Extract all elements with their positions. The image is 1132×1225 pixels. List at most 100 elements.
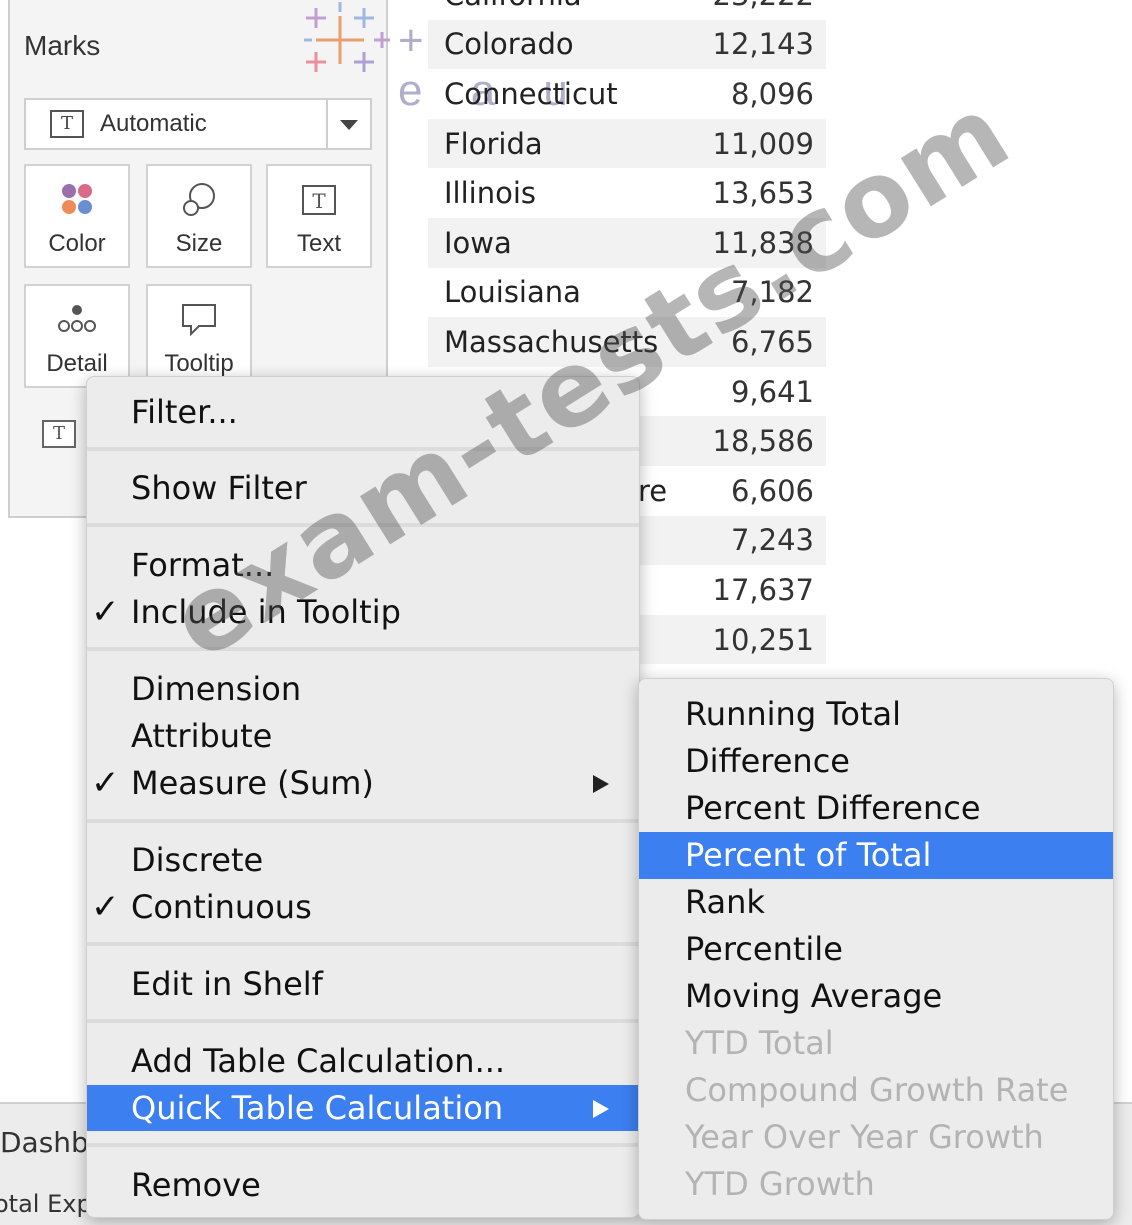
submenu-item-percentile[interactable]: Percentile [639, 926, 1113, 973]
value-cell: 7,243 [730, 523, 814, 558]
value-cell: 11,838 [712, 225, 814, 260]
state-cell: Illinois [444, 176, 537, 211]
state-cell: Connecticut [444, 76, 618, 111]
tab-total-expenses[interactable]: otal Exp [0, 1190, 92, 1218]
menu-item-continuous[interactable]: ✓ Continuous [87, 884, 639, 930]
submenu-item-moving-average[interactable]: Moving Average [639, 973, 1113, 1020]
menu-item-discrete[interactable]: Discrete [87, 837, 639, 883]
submenu-item-running-total[interactable]: Running Total [639, 691, 1113, 738]
state-cell: Florida [444, 126, 543, 161]
submenu-item-label: Percent of Total [685, 836, 932, 874]
submenu-item-label: Rank [685, 883, 765, 921]
table-row: Colorado 12,143 [428, 19, 826, 70]
menu-separator [87, 819, 639, 823]
color-button[interactable]: Color [24, 164, 130, 268]
menu-item-label: Dimension [131, 670, 302, 708]
tableau-cross-icon [304, 2, 390, 72]
text-box-icon: T [268, 180, 370, 220]
menu-item-label: Remove [131, 1166, 261, 1204]
value-cell: 8,096 [730, 76, 814, 111]
submenu-item-ytd-total: YTD Total [639, 1020, 1113, 1067]
menu-item-label: Measure (Sum) [131, 764, 374, 802]
value-cell: 10,251 [712, 622, 814, 657]
menu-item-quick-table-calculation[interactable]: Quick Table Calculation [87, 1085, 639, 1131]
detail-button[interactable]: Detail [24, 284, 130, 388]
submenu-item-rank[interactable]: Rank [639, 879, 1113, 926]
submenu-item-label: Percentile [685, 930, 843, 968]
menu-item-edit-in-shelf[interactable]: Edit in Shelf [87, 961, 639, 1007]
menu-item-measure-sum[interactable]: ✓ Measure (Sum) [87, 760, 639, 806]
menu-item-label: Discrete [131, 841, 264, 879]
submenu-item-label: YTD Growth [685, 1165, 875, 1203]
menu-separator [87, 942, 639, 946]
menu-item-include-in-tooltip[interactable]: ✓ Include in Tooltip [87, 589, 639, 635]
value-cell: 9,641 [730, 374, 814, 409]
context-menu: Filter... Show Filter Format... ✓ Includ… [86, 376, 640, 1218]
state-cell: California [444, 0, 582, 12]
value-cell: 6,765 [730, 324, 814, 359]
submenu-item-percent-difference[interactable]: Percent Difference [639, 785, 1113, 832]
submenu-item-label: YTD Total [685, 1024, 834, 1062]
menu-item-label: Show Filter [131, 469, 307, 507]
tooltip-button[interactable]: Tooltip [146, 284, 252, 388]
menu-separator [87, 447, 639, 451]
mark-type-dropdown[interactable]: T Automatic [24, 98, 372, 150]
menu-separator [87, 647, 639, 651]
value-cell: 23,222 [713, 0, 814, 12]
table-row: Connecticut 8,096 [428, 69, 826, 119]
table-row: Iowa 11,838 [428, 217, 826, 268]
submenu-item-year-over-year-growth: Year Over Year Growth [639, 1114, 1113, 1161]
submenu-item-label: Year Over Year Growth [685, 1118, 1044, 1156]
menu-item-label: Add Table Calculation... [131, 1042, 506, 1080]
menu-item-remove[interactable]: Remove [87, 1162, 639, 1208]
chevron-down-icon[interactable] [340, 120, 358, 130]
submenu-item-percent-of-total[interactable]: Percent of Total [639, 832, 1113, 879]
menu-item-label: Filter... [131, 393, 238, 431]
state-cell: Iowa [444, 225, 512, 260]
menu-item-filter[interactable]: Filter... [87, 389, 639, 435]
text-pill-icon[interactable]: T [42, 420, 76, 448]
menu-item-attribute[interactable]: Attribute [87, 713, 639, 759]
menu-item-format[interactable]: Format... [87, 542, 639, 588]
marks-title: Marks [24, 30, 101, 61]
tooltip-label: Tooltip [164, 350, 234, 377]
submenu-item-difference[interactable]: Difference [639, 738, 1113, 785]
submenu-item-label: Compound Growth Rate [685, 1071, 1069, 1109]
menu-separator [87, 1143, 639, 1147]
value-cell: 18,586 [712, 424, 814, 459]
menu-item-label: Continuous [131, 888, 312, 926]
submenu-arrow-icon [593, 1100, 609, 1118]
tab-dashboard[interactable]: Dashb [0, 1126, 89, 1159]
submenu-item-label: Difference [685, 742, 850, 780]
submenu-arrow-icon [593, 775, 609, 793]
check-icon: ✓ [91, 887, 120, 927]
menu-item-dimension[interactable]: Dimension [87, 666, 639, 712]
table-row: Illinois 13,653 [428, 168, 826, 218]
submenu-item-ytd-growth: YTD Growth [639, 1161, 1113, 1208]
menu-item-add-table-calculation[interactable]: Add Table Calculation... [87, 1038, 639, 1084]
menu-item-label: Quick Table Calculation [131, 1089, 504, 1127]
text-mark-icon: T [50, 110, 84, 138]
value-cell: 12,143 [712, 27, 814, 62]
size-shapes-icon [148, 180, 250, 220]
text-label: Text [296, 230, 341, 257]
menu-item-show-filter[interactable]: Show Filter [87, 465, 639, 511]
submenu-item-label: Percent Difference [685, 789, 981, 827]
mark-type-label: Automatic [100, 110, 207, 137]
submenu-item-label: Moving Average [685, 977, 943, 1015]
detail-dots-icon [26, 300, 128, 340]
value-cell: 7,182 [730, 275, 814, 310]
menu-item-label: Attribute [131, 717, 273, 755]
size-button[interactable]: Size [146, 164, 252, 268]
partial-state-text: re [638, 474, 668, 508]
text-button[interactable]: T Text [266, 164, 372, 268]
value-cell: 6,606 [730, 473, 814, 508]
size-label: Size [175, 230, 223, 257]
check-icon: ✓ [91, 592, 120, 632]
menu-separator [87, 1019, 639, 1023]
menu-separator [87, 523, 639, 527]
submenu-item-compound-growth-rate: Compound Growth Rate [639, 1067, 1113, 1114]
color-label: Color [48, 230, 106, 257]
submenu-item-label: Running Total [685, 695, 902, 733]
menu-item-label: Format... [131, 546, 275, 584]
